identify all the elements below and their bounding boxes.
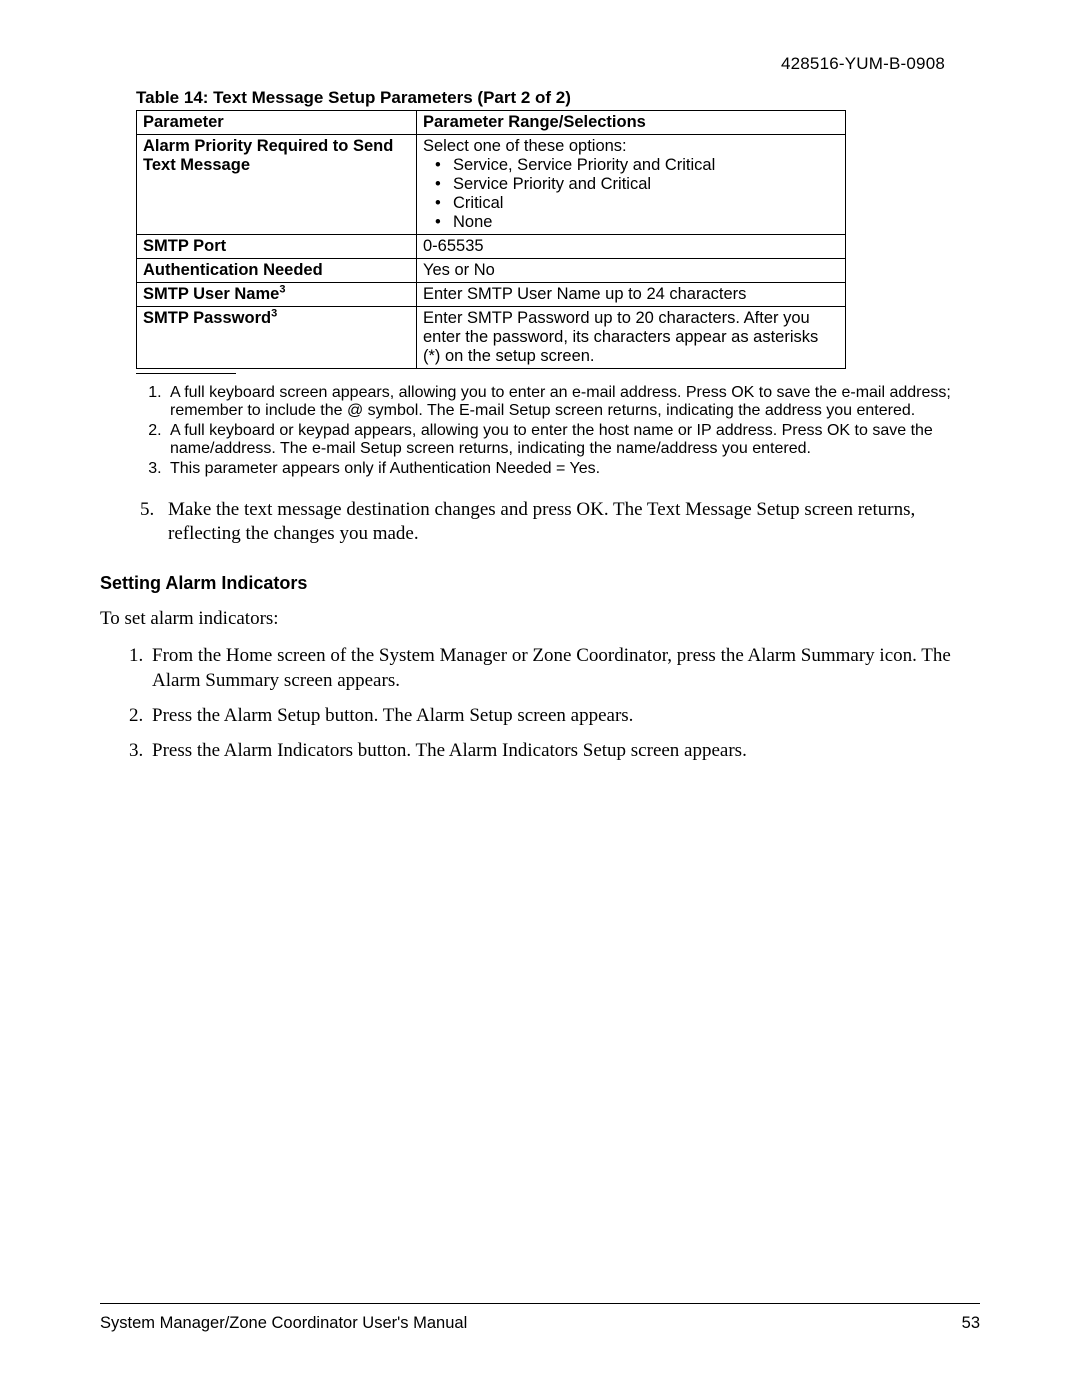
range-smtp-user: Enter SMTP User Name up to 24 characters <box>417 283 846 307</box>
parameter-table: Parameter Parameter Range/Selections Ala… <box>136 110 846 369</box>
steps-list: From the Home screen of the System Manag… <box>118 644 980 763</box>
table-caption: Table 14: Text Message Setup Parameters … <box>136 88 980 108</box>
range-intro: Select one of these options: <box>423 137 839 156</box>
section-heading: Setting Alarm Indicators <box>100 573 980 594</box>
footnote-item: A full keyboard screen appears, allowing… <box>166 384 980 421</box>
param-auth-needed: Authentication Needed <box>137 259 417 283</box>
table-header-row: Parameter Parameter Range/Selections <box>137 111 846 135</box>
option-item: Service Priority and Critical <box>453 175 839 194</box>
table-row: Authentication Needed Yes or No <box>137 259 846 283</box>
option-item: Service, Service Priority and Critical <box>453 156 839 175</box>
param-alarm-priority: Alarm Priority Required to Send Text Mes… <box>137 135 417 235</box>
col-range: Parameter Range/Selections <box>417 111 846 135</box>
step-item: Press the Alarm Indicators button. The A… <box>148 739 980 764</box>
range-smtp-port: 0-65535 <box>417 235 846 259</box>
param-smtp-user: SMTP User Name3 <box>137 283 417 307</box>
footer-title: System Manager/Zone Coordinator User's M… <box>100 1314 467 1333</box>
param-smtp-port: SMTP Port <box>137 235 417 259</box>
page-number: 53 <box>962 1314 980 1333</box>
footnote-rule <box>136 373 236 374</box>
footer-row: System Manager/Zone Coordinator User's M… <box>100 1314 980 1333</box>
option-item: Critical <box>453 194 839 213</box>
table-row: SMTP Password3 Enter SMTP Password up to… <box>137 307 846 369</box>
procedure-step-5: 5. Make the text message destination cha… <box>136 498 980 546</box>
document-page: 428516-YUM-B-0908 Table 14: Text Message… <box>0 0 1080 1397</box>
option-item: None <box>453 213 839 232</box>
range-auth-needed: Yes or No <box>417 259 846 283</box>
table-row: SMTP User Name3 Enter SMTP User Name up … <box>137 283 846 307</box>
param-label: SMTP Password <box>143 309 271 327</box>
options-list: Service, Service Priority and Critical S… <box>423 156 839 232</box>
param-label: SMTP User Name <box>143 285 279 303</box>
param-smtp-pass: SMTP Password3 <box>137 307 417 369</box>
footnote-ref: 3 <box>279 284 285 296</box>
document-id: 428516-YUM-B-0908 <box>100 54 945 74</box>
table-row: Alarm Priority Required to Send Text Mes… <box>137 135 846 235</box>
section-intro: To set alarm indicators: <box>100 608 980 630</box>
step-number: 5. <box>140 498 154 522</box>
table-row: SMTP Port 0-65535 <box>137 235 846 259</box>
col-parameter: Parameter <box>137 111 417 135</box>
page-footer: System Manager/Zone Coordinator User's M… <box>100 1303 980 1333</box>
step-text: Make the text message destination change… <box>168 499 915 544</box>
step-item: Press the Alarm Setup button. The Alarm … <box>148 704 980 729</box>
footer-rule <box>100 1303 980 1304</box>
step-item: From the Home screen of the System Manag… <box>148 644 980 693</box>
footnote-item: This parameter appears only if Authentic… <box>166 460 980 478</box>
range-alarm-priority: Select one of these options: Service, Se… <box>417 135 846 235</box>
range-smtp-pass: Enter SMTP Password up to 20 characters.… <box>417 307 846 369</box>
footnote-item: A full keyboard or keypad appears, allow… <box>166 422 980 459</box>
footnotes-list: A full keyboard screen appears, allowing… <box>136 384 980 478</box>
footnote-ref: 3 <box>271 308 277 320</box>
